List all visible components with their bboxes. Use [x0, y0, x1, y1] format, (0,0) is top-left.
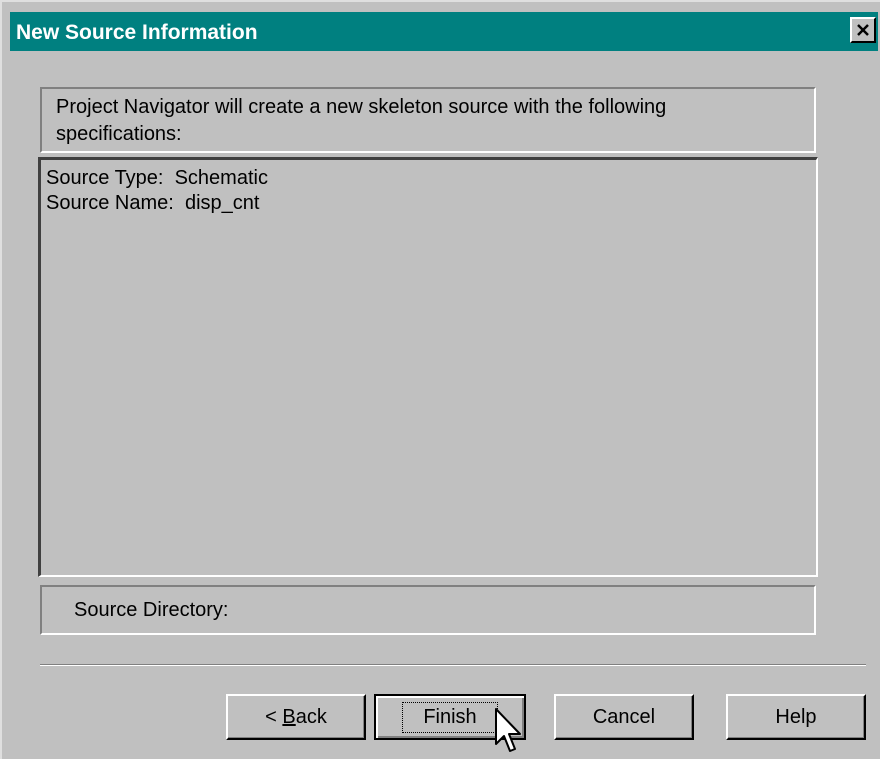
source-name-line: Source Name: disp_cnt	[46, 192, 260, 214]
mouse-pointer-icon	[495, 708, 521, 752]
back-rest: ack	[295, 705, 327, 728]
help-button[interactable]: Help	[726, 694, 866, 740]
source-type-line: Source Type: Schematic	[46, 167, 268, 189]
back-button-label: < Back	[265, 706, 327, 729]
cancel-button-label: Cancel	[592, 705, 656, 728]
source-directory-label: Source Directory:	[74, 599, 229, 621]
source-directory-panel: Source Directory:	[40, 585, 816, 635]
new-source-information-dialog: New Source Information Project Navigator…	[0, 0, 880, 759]
close-button[interactable]	[850, 17, 876, 43]
title-bar[interactable]: New Source Information	[10, 12, 878, 51]
back-prefix: <	[265, 705, 283, 728]
close-icon	[857, 24, 869, 36]
back-mnemonic: B	[282, 705, 296, 728]
help-button-label: Help	[775, 705, 817, 728]
back-button[interactable]: < Back	[226, 694, 366, 740]
window-title: New Source Information	[16, 21, 258, 44]
separator-line	[40, 664, 866, 666]
cancel-button[interactable]: Cancel	[554, 694, 694, 740]
description-text: Project Navigator will create a new skel…	[56, 96, 667, 145]
specifications-text: Source Type: Schematic Source Name: disp_…	[46, 166, 268, 216]
specifications-list[interactable]: Source Type: Schematic Source Name: disp_…	[38, 157, 818, 577]
description-panel: Project Navigator will create a new skel…	[40, 87, 816, 153]
finish-button-label: Finish	[402, 701, 498, 733]
